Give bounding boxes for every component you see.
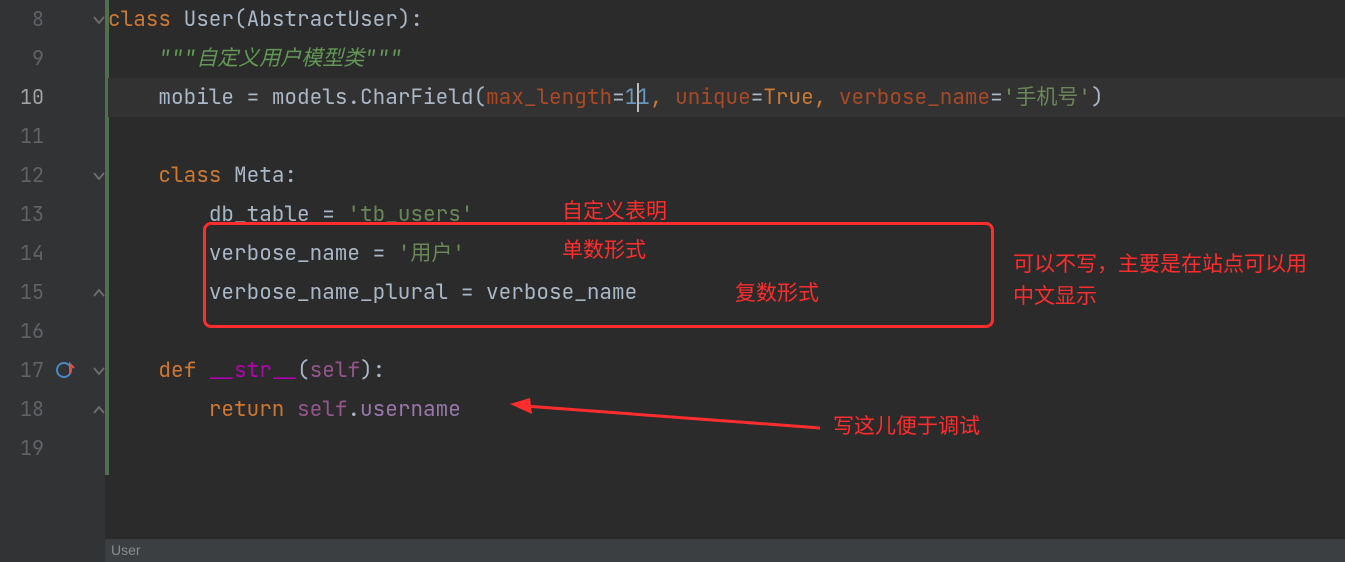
arrow-icon <box>510 398 830 445</box>
line-number: 12 <box>0 156 44 195</box>
line-number: 16 <box>0 312 44 351</box>
code-line[interactable]: def __str__(self): <box>108 351 1345 390</box>
highlight-box <box>203 222 994 328</box>
line-number-current: 10 <box>0 78 44 117</box>
line-number: 19 <box>0 429 44 468</box>
code-line[interactable]: class User(AbstractUser): <box>108 0 1345 39</box>
fold-toggle-icon[interactable] <box>93 14 105 26</box>
line-number: 9 <box>0 39 44 78</box>
text-caret <box>637 83 639 112</box>
code-line[interactable]: mobile = models.CharField(max_length=11,… <box>108 78 1345 117</box>
override-method-icon[interactable] <box>56 360 76 380</box>
annotation-text: 写这儿便于调试 <box>833 410 980 440</box>
code-line[interactable]: """自定义用户模型类""" <box>108 39 1345 78</box>
annotation-text: 可以不写，主要是在站点可以用中文显示 <box>1013 249 1313 313</box>
line-number: 8 <box>0 0 44 39</box>
breadcrumb[interactable]: User <box>105 538 1345 562</box>
line-number: 13 <box>0 195 44 234</box>
line-number: 14 <box>0 234 44 273</box>
line-number: 11 <box>0 117 44 156</box>
breadcrumb-item[interactable]: User <box>111 542 141 558</box>
annotation-text: 自定义表明 <box>562 195 667 225</box>
fold-end-icon[interactable] <box>93 404 105 416</box>
code-editor[interactable]: 8 9 10 11 12 13 14 15 16 17 18 19 class … <box>0 0 1345 562</box>
code-line[interactable]: class Meta: <box>108 156 1345 195</box>
fold-toggle-icon[interactable] <box>93 365 105 377</box>
marker-column <box>50 0 105 562</box>
line-number: 15 <box>0 273 44 312</box>
line-number: 17 <box>0 351 44 390</box>
line-number: 18 <box>0 390 44 429</box>
fold-end-icon[interactable] <box>93 287 105 299</box>
fold-toggle-icon[interactable] <box>93 170 105 182</box>
